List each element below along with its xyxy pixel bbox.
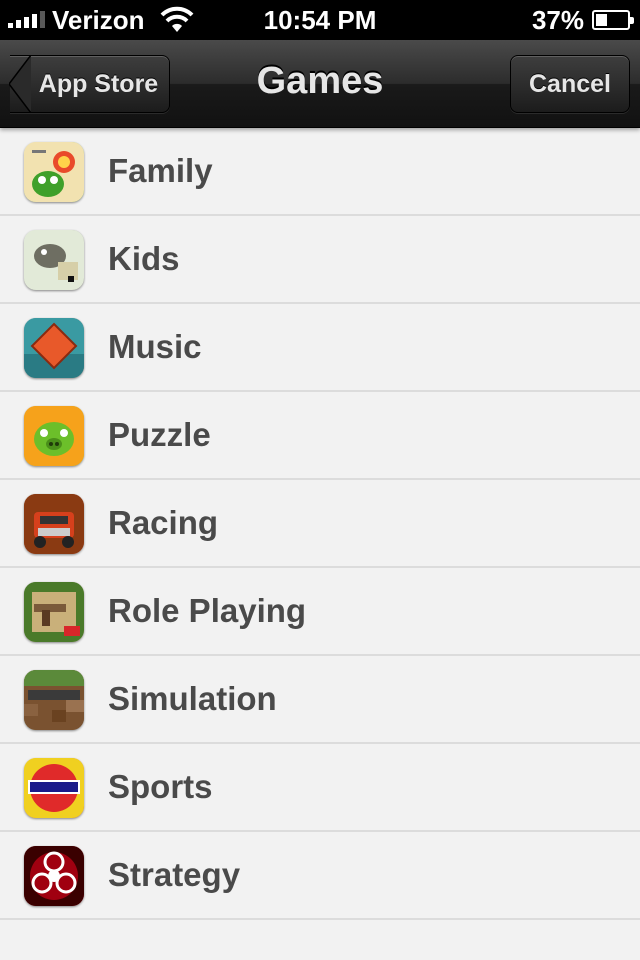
- sports-icon: [24, 758, 84, 818]
- list-item-role-playing[interactable]: Role Playing: [0, 568, 640, 656]
- list-item-label: Sports: [108, 768, 213, 805]
- list-item-label: Role Playing: [108, 592, 307, 629]
- list-item-racing[interactable]: Racing: [0, 480, 640, 568]
- kids-icon: [24, 230, 84, 290]
- family-icon: [24, 142, 84, 202]
- category-list: EducationalFamilyKidsMusicPuzzleRacingRo…: [0, 84, 640, 960]
- simulation-icon: [24, 670, 84, 730]
- list-item-sports[interactable]: Sports: [0, 744, 640, 832]
- battery-percentage: 37%: [531, 5, 584, 35]
- strategy-icon: [24, 846, 84, 906]
- puzzle-icon: [24, 406, 84, 466]
- list-item-label: Family: [108, 152, 213, 189]
- list-item-label: Kids: [108, 240, 180, 277]
- list-item-strategy[interactable]: Strategy: [0, 832, 640, 920]
- battery-icon: [592, 10, 634, 30]
- racing-icon: [24, 494, 84, 554]
- cancel-button[interactable]: Cancel: [510, 55, 630, 113]
- navigation-bar: App Store Games Cancel: [0, 40, 640, 128]
- status-bar: Verizon 10:54 PM 37%: [0, 0, 640, 40]
- list-item-simulation[interactable]: Simulation: [0, 656, 640, 744]
- list-item-label: Racing: [108, 504, 219, 541]
- list-item-family[interactable]: Family: [0, 128, 640, 216]
- list-item-kids[interactable]: Kids: [0, 216, 640, 304]
- list-item-label: Puzzle: [108, 416, 211, 453]
- music-icon: [24, 318, 84, 378]
- cancel-button-label: Cancel: [529, 69, 611, 98]
- list-item-label: Simulation: [108, 680, 277, 717]
- role-playing-icon: [24, 582, 84, 642]
- list-item-label: Strategy: [108, 856, 241, 893]
- list-item-puzzle[interactable]: Puzzle: [0, 392, 640, 480]
- list-item-label: Music: [108, 328, 202, 365]
- list-item-music[interactable]: Music: [0, 304, 640, 392]
